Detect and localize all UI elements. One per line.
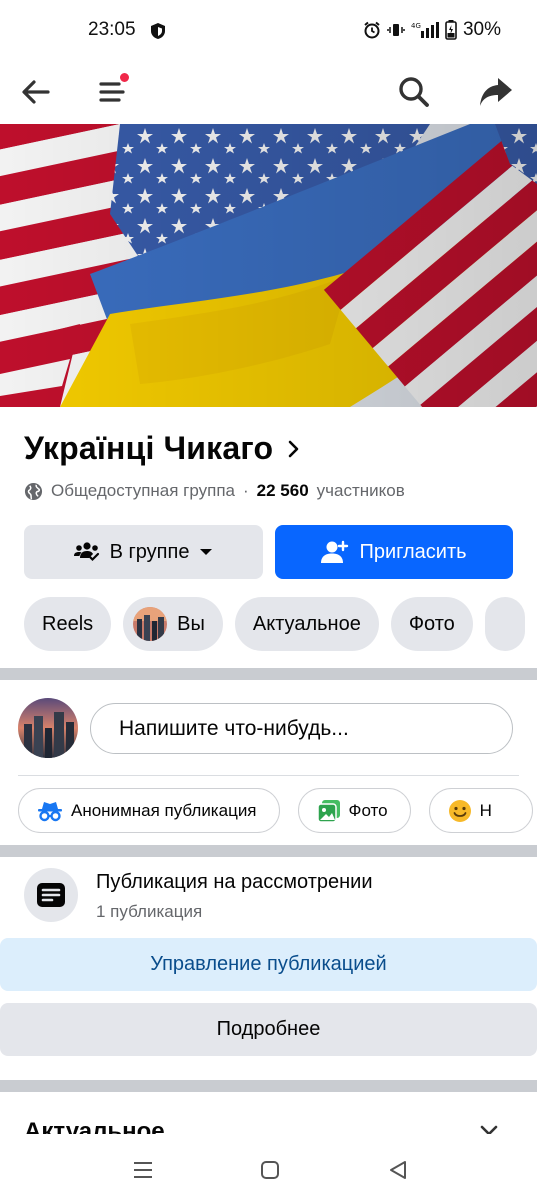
recent-apps-button[interactable] [127, 1154, 159, 1186]
tab-label: Актуальное [252, 612, 361, 635]
composer-separator [18, 775, 519, 776]
photo-button[interactable]: Фото [297, 788, 411, 833]
battery-icon [445, 20, 457, 40]
flags-cover-image [0, 124, 537, 407]
group-tabs: Reels Вы Актуальное Фото [24, 597, 525, 651]
tab-you[interactable]: Вы [123, 597, 223, 651]
emoji-icon [448, 799, 471, 822]
members-label: участников [316, 481, 405, 500]
app-bar [0, 62, 537, 124]
status-icons: 4G 30% [363, 19, 501, 41]
menu-button[interactable] [88, 68, 136, 116]
system-nav-bar [0, 1140, 537, 1200]
vibrate-icon [387, 21, 405, 39]
avatar [133, 607, 168, 641]
search-button[interactable] [390, 68, 438, 116]
share-button[interactable] [472, 68, 520, 116]
invite-button[interactable]: Пригласить [275, 525, 513, 579]
arrow-left-icon [22, 80, 50, 104]
tab-more[interactable] [484, 597, 525, 651]
status-time: 23:05 [88, 19, 136, 40]
tab-label: Фото [408, 612, 455, 635]
group-meta: Общедоступная группа · 22 560 участников [24, 481, 405, 501]
featured-section-title-text: Актуальное [24, 1118, 165, 1134]
tab-label: Вы [177, 612, 205, 635]
back-triangle-icon [390, 1161, 406, 1179]
composer-input[interactable]: Напишите что-нибудь... [90, 703, 513, 754]
section-divider [0, 1080, 537, 1092]
add-person-icon [321, 540, 349, 563]
pending-post-title: Публикация на рассмотрении [96, 871, 373, 893]
search-icon [399, 77, 429, 107]
user-avatar[interactable] [18, 698, 78, 758]
pending-post-icon-wrap [24, 868, 78, 922]
feeling-label: Н [479, 800, 492, 820]
post-document-icon [37, 883, 65, 907]
photo-label: Фото [348, 800, 388, 820]
anonymous-post-button[interactable]: Анонимная публикация [18, 788, 280, 833]
home-button[interactable] [254, 1154, 286, 1186]
composer-actions: Анонимная публикация Фото Н [18, 788, 533, 833]
battery-level: 30% [462, 19, 501, 40]
notification-dot [119, 72, 130, 83]
group-title-row[interactable]: Українці Чикаго [24, 430, 301, 467]
meta-separator: · [243, 481, 249, 500]
shield-icon [150, 22, 166, 45]
signal-icon: 4G [411, 21, 439, 39]
section-divider [0, 668, 537, 680]
members-count: 22 560 [256, 481, 309, 500]
manage-post-button[interactable]: Управление публикацией [0, 938, 537, 991]
pending-post-count: 1 публикация [96, 902, 203, 921]
back-nav-button[interactable] [382, 1154, 414, 1186]
feeling-button[interactable]: Н [428, 788, 533, 833]
tab-reels[interactable]: Reels [24, 597, 112, 651]
section-divider [0, 845, 537, 857]
tab-label: Reels [42, 612, 94, 635]
more-details-label: Подробнее [216, 1018, 321, 1040]
chevron-right-icon [288, 440, 299, 457]
anonymous-post-label: Анонимная публикация [71, 800, 257, 820]
group-privacy: Общедоступная группа [51, 481, 235, 500]
status-bar: 23:05 4G 30% [0, 0, 537, 62]
group-members-check-icon [73, 542, 99, 562]
tab-photos[interactable]: Фото [390, 597, 473, 651]
featured-section-title: Актуальное [24, 1118, 165, 1134]
cover-image[interactable] [0, 124, 537, 407]
more-details-button[interactable]: Подробнее [0, 1003, 537, 1056]
photo-icon [316, 799, 340, 823]
joined-button-label: В группе [109, 540, 190, 563]
globe-icon [24, 482, 43, 500]
tab-featured[interactable]: Актуальное [234, 597, 379, 651]
svg-text:4G: 4G [411, 22, 421, 30]
back-button[interactable] [12, 68, 60, 116]
recents-icon [134, 1162, 152, 1178]
home-icon [261, 1161, 279, 1179]
close-icon[interactable] [479, 1124, 499, 1134]
caret-down-icon [200, 549, 213, 555]
joined-button[interactable]: В группе [24, 525, 263, 579]
invite-button-label: Пригласить [359, 540, 467, 563]
group-title: Українці Чикаго [24, 430, 274, 466]
alarm-icon [363, 21, 381, 39]
share-arrow-icon [480, 78, 512, 106]
composer-placeholder: Напишите что-нибудь... [119, 716, 349, 740]
incognito-icon [38, 801, 62, 821]
manage-post-label: Управление публикацией [150, 953, 387, 975]
